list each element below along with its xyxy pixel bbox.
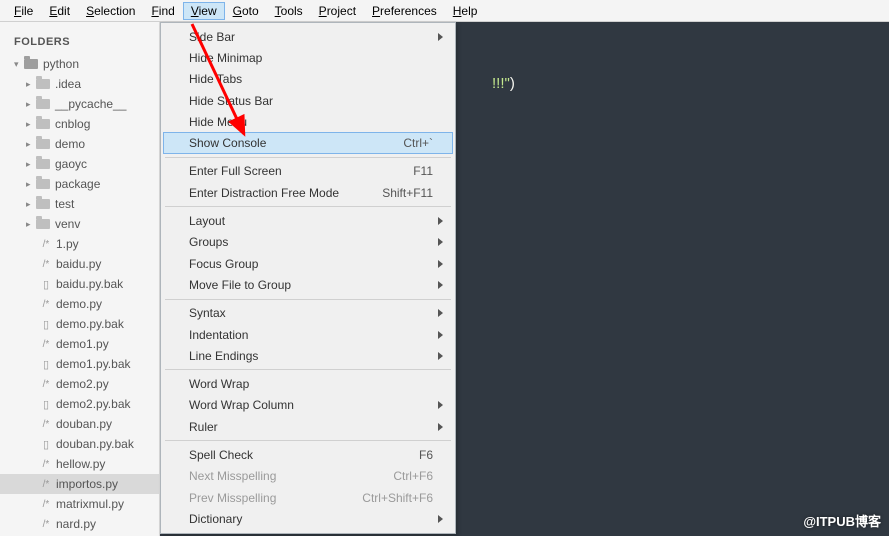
menu-item-side-bar[interactable]: Side Bar xyxy=(163,26,453,47)
menu-item-hide-status-bar[interactable]: Hide Status Bar xyxy=(163,90,453,111)
python-file-icon: /* xyxy=(40,499,52,510)
folder-tree: ▾python▸.idea▸__pycache__▸cnblog▸demo▸ga… xyxy=(0,54,159,534)
menu-roject[interactable]: Project xyxy=(311,2,364,20)
python-file-icon: /* xyxy=(40,459,52,470)
menu-item-show-console[interactable]: Show ConsoleCtrl+` xyxy=(163,132,453,153)
tree-file-baidu.py.bak[interactable]: ▯baidu.py.bak xyxy=(0,274,159,294)
menubar: FileEditSelectionFindViewGotoToolsProjec… xyxy=(0,0,889,22)
tree-folder-test[interactable]: ▸test xyxy=(0,194,159,214)
menu-ind[interactable]: Find xyxy=(143,2,182,20)
python-file-icon: /* xyxy=(40,299,52,310)
tree-file-demo1.py[interactable]: /*demo1.py xyxy=(0,334,159,354)
tree-file-douban.py[interactable]: /*douban.py xyxy=(0,414,159,434)
menu-item-line-endings[interactable]: Line Endings xyxy=(163,345,453,366)
sidebar: FOLDERS ▾python▸.idea▸__pycache__▸cnblog… xyxy=(0,22,160,536)
folder-icon xyxy=(36,79,50,89)
file-icon: ▯ xyxy=(40,438,52,451)
menu-item-prev-misspelling: Prev MisspellingCtrl+Shift+F6 xyxy=(163,487,453,508)
menu-election[interactable]: Selection xyxy=(78,2,143,20)
menu-iew[interactable]: View xyxy=(183,2,225,20)
tree-file-importos.py[interactable]: /*importos.py xyxy=(0,474,159,494)
python-file-icon: /* xyxy=(40,239,52,250)
menu-item-spell-check[interactable]: Spell CheckF6 xyxy=(163,444,453,465)
menu-item-indentation[interactable]: Indentation xyxy=(163,324,453,345)
folder-icon xyxy=(36,139,50,149)
python-file-icon: /* xyxy=(40,379,52,390)
tree-folder-package[interactable]: ▸package xyxy=(0,174,159,194)
python-file-icon: /* xyxy=(40,339,52,350)
tree-folder-__pycache__[interactable]: ▸__pycache__ xyxy=(0,94,159,114)
menu-references[interactable]: Preferences xyxy=(364,2,445,20)
tree-folder-gaoyc[interactable]: ▸gaoyc xyxy=(0,154,159,174)
menu-oto[interactable]: Goto xyxy=(225,2,267,20)
tree-folder-cnblog[interactable]: ▸cnblog xyxy=(0,114,159,134)
menu-item-enter-distraction-free-mode[interactable]: Enter Distraction Free ModeShift+F11 xyxy=(163,182,453,203)
tree-file-baidu.py[interactable]: /*baidu.py xyxy=(0,254,159,274)
python-file-icon: /* xyxy=(40,419,52,430)
folder-icon xyxy=(36,219,50,229)
menu-dit[interactable]: Edit xyxy=(41,2,78,20)
menu-item-move-file-to-group[interactable]: Move File to Group xyxy=(163,274,453,295)
view-menu-dropdown: Side BarHide MinimapHide TabsHide Status… xyxy=(160,22,456,534)
folder-icon xyxy=(36,119,50,129)
folder-icon xyxy=(36,159,50,169)
file-icon: ▯ xyxy=(40,318,52,331)
file-icon: ▯ xyxy=(40,278,52,291)
tree-file-matrixmul.py[interactable]: /*matrixmul.py xyxy=(0,494,159,514)
menu-item-word-wrap-column[interactable]: Word Wrap Column xyxy=(163,395,453,416)
file-icon: ▯ xyxy=(40,358,52,371)
menu-item-focus-group[interactable]: Focus Group xyxy=(163,253,453,274)
code-fragment: !!!") xyxy=(492,74,515,92)
menu-ools[interactable]: Tools xyxy=(267,2,311,20)
menu-item-syntax[interactable]: Syntax xyxy=(163,303,453,324)
menu-item-word-wrap[interactable]: Word Wrap xyxy=(163,373,453,394)
tree-file-demo2.py.bak[interactable]: ▯demo2.py.bak xyxy=(0,394,159,414)
tree-file-demo2.py[interactable]: /*demo2.py xyxy=(0,374,159,394)
tree-file-hellow.py[interactable]: /*hellow.py xyxy=(0,454,159,474)
watermark: @ITPUB博客 xyxy=(803,511,881,530)
menu-item-ruler[interactable]: Ruler xyxy=(163,416,453,437)
menu-item-groups[interactable]: Groups xyxy=(163,232,453,253)
menu-item-hide-menu[interactable]: Hide Menu xyxy=(163,111,453,132)
menu-item-dictionary[interactable]: Dictionary xyxy=(163,508,453,529)
sidebar-heading: FOLDERS xyxy=(0,32,159,54)
menu-item-hide-tabs[interactable]: Hide Tabs xyxy=(163,69,453,90)
menu-item-layout[interactable]: Layout xyxy=(163,210,453,231)
menu-item-next-misspelling: Next MisspellingCtrl+F6 xyxy=(163,466,453,487)
tree-file-demo.py.bak[interactable]: ▯demo.py.bak xyxy=(0,314,159,334)
python-file-icon: /* xyxy=(40,259,52,270)
menu-item-hide-minimap[interactable]: Hide Minimap xyxy=(163,47,453,68)
folder-icon xyxy=(36,179,50,189)
tree-file-douban.py.bak[interactable]: ▯douban.py.bak xyxy=(0,434,159,454)
folder-icon xyxy=(24,59,38,69)
menu-item-enter-full-screen[interactable]: Enter Full ScreenF11 xyxy=(163,161,453,182)
tree-folder-demo[interactable]: ▸demo xyxy=(0,134,159,154)
folder-icon xyxy=(36,199,50,209)
folder-icon xyxy=(36,99,50,109)
tree-folder-.idea[interactable]: ▸.idea xyxy=(0,74,159,94)
tree-file-nard.py[interactable]: /*nard.py xyxy=(0,514,159,534)
tree-file-demo1.py.bak[interactable]: ▯demo1.py.bak xyxy=(0,354,159,374)
tree-file-demo.py[interactable]: /*demo.py xyxy=(0,294,159,314)
python-file-icon: /* xyxy=(40,479,52,490)
tree-folder-venv[interactable]: ▸venv xyxy=(0,214,159,234)
menu-elp[interactable]: Help xyxy=(445,2,486,20)
file-icon: ▯ xyxy=(40,398,52,411)
tree-file-1.py[interactable]: /*1.py xyxy=(0,234,159,254)
tree-root[interactable]: ▾python xyxy=(0,54,159,74)
menu-ile[interactable]: File xyxy=(6,2,41,20)
python-file-icon: /* xyxy=(40,519,52,530)
